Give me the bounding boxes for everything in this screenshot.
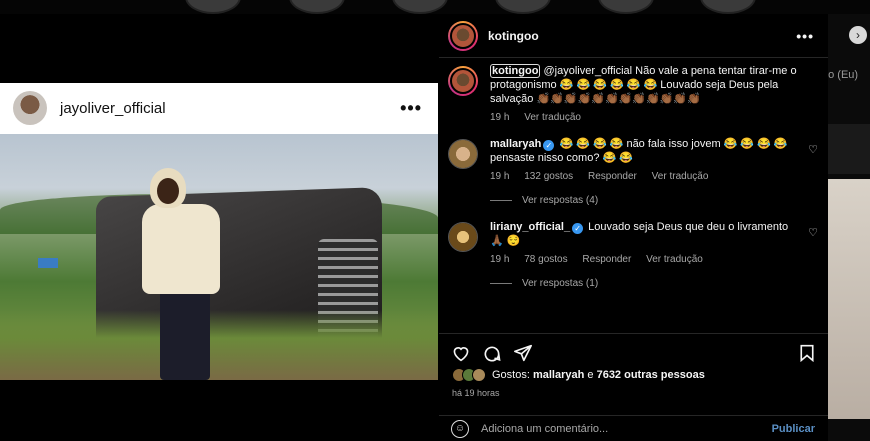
avatar[interactable]	[448, 139, 478, 169]
verified-icon: ✓	[572, 223, 584, 234]
publish-button[interactable]: Publicar	[772, 423, 815, 435]
view-replies[interactable]: Ver respostas (1)	[490, 278, 800, 289]
story-avatar[interactable]	[495, 0, 551, 14]
emoji-icon[interactable]: ☺	[451, 419, 469, 438]
comment-icon[interactable]	[482, 344, 502, 364]
comment-user[interactable]: liriany_official_	[490, 221, 570, 233]
more-icon[interactable]: •••	[796, 28, 814, 44]
post-image-card: jayoliver_official •••	[0, 83, 438, 380]
reply-button[interactable]: Responder	[582, 254, 631, 265]
view-replies[interactable]: Ver respostas (4)	[490, 195, 800, 206]
timestamp[interactable]: 19 h	[490, 171, 509, 182]
share-icon[interactable]	[513, 344, 533, 362]
comment-meta: 19 h 132 gostos Responder Ver tradução	[490, 171, 800, 182]
avatar[interactable]	[13, 91, 47, 125]
comment: ♡ liriany_official_ ✓ Louvado seja Deus q…	[439, 220, 828, 289]
comment-text: liriany_official_ ✓ Louvado seja Deus que…	[490, 220, 800, 248]
avatar	[472, 368, 486, 382]
avatar[interactable]	[448, 66, 478, 96]
replies-line	[490, 200, 512, 201]
story-avatar[interactable]	[700, 0, 756, 14]
caption-user[interactable]: kotingoo	[490, 64, 541, 78]
image-username[interactable]: jayoliver_official	[60, 100, 166, 117]
story-avatar[interactable]	[185, 0, 241, 14]
panel-header: kotingoo •••	[439, 14, 828, 58]
reply-button[interactable]: Responder	[588, 171, 637, 182]
verified-icon: ✓	[543, 140, 555, 151]
heart-icon[interactable]: ♡	[808, 143, 818, 156]
action-bar	[439, 333, 828, 367]
story-avatar[interactable]	[289, 0, 345, 14]
image-header: jayoliver_official •••	[0, 83, 438, 133]
caption: kotingoo @jayoliver_official Não vale a …	[439, 64, 828, 123]
post-time[interactable]: há 19 horas	[452, 388, 500, 398]
story-avatar[interactable]	[598, 0, 654, 14]
comment: ♡ mallaryah ✓ 😂 😂 😂 😂 não fala isso jovem…	[439, 137, 828, 206]
likes-others[interactable]: 7632 outras pessoas	[597, 369, 705, 381]
post-photo[interactable]	[0, 134, 438, 380]
story-avatar[interactable]	[392, 0, 448, 14]
comment-list: kotingoo @jayoliver_official Não vale a …	[439, 64, 828, 289]
timestamp[interactable]: 19 h	[490, 112, 509, 123]
comment-user[interactable]: mallaryah	[490, 138, 541, 150]
likes-conj: e	[584, 369, 597, 381]
likes-count[interactable]: 78 gostos	[524, 254, 567, 265]
stories-strip	[0, 0, 870, 14]
likes-prefix: Gostos:	[492, 369, 533, 381]
likes-count[interactable]: 132 gostos	[524, 171, 573, 182]
more-icon[interactable]: •••	[400, 98, 422, 119]
background-image	[828, 179, 870, 419]
heart-icon[interactable]: ♡	[808, 226, 818, 239]
view-replies-label[interactable]: Ver respostas (1)	[522, 278, 598, 289]
timestamp[interactable]: 19 h	[490, 254, 509, 265]
replies-line	[490, 283, 512, 284]
comment-meta: 19 h 78 gostos Responder Ver tradução	[490, 254, 800, 265]
avatar[interactable]	[448, 222, 478, 252]
translate-link[interactable]: Ver tradução	[652, 171, 709, 182]
background-image	[828, 124, 870, 174]
likes-text[interactable]: Gostos: mallaryah e 7632 outras pessoas	[492, 369, 705, 381]
caption-text: kotingoo @jayoliver_official Não vale a …	[490, 64, 800, 106]
chevron-right-icon[interactable]: ›	[849, 26, 867, 44]
photo-bag	[38, 258, 58, 268]
avatar[interactable]	[448, 20, 478, 51]
panel-username[interactable]: kotingoo	[488, 29, 539, 43]
view-replies-label[interactable]: Ver respostas (4)	[522, 195, 598, 206]
comment-input[interactable]: Adiciona um comentário...	[481, 423, 608, 435]
likes-summary: Gostos: mallaryah e 7632 outras pessoas	[452, 368, 705, 382]
bookmark-icon[interactable]	[799, 344, 815, 362]
post-panel: kotingoo ••• kotingoo @jayoliver_officia…	[439, 14, 828, 441]
background-feed: go (Eu)	[822, 14, 870, 441]
caption-meta: 19 h Ver tradução	[490, 112, 800, 123]
heart-icon[interactable]	[451, 344, 471, 362]
likes-user[interactable]: mallaryah	[533, 369, 584, 381]
photo-person	[142, 168, 220, 380]
translate-link[interactable]: Ver tradução	[524, 112, 581, 123]
comment-text: mallaryah ✓ 😂 😂 😂 😂 não fala isso jovem 😂…	[490, 137, 800, 165]
add-comment-bar: ☺ Adiciona um comentário... Publicar	[439, 415, 828, 441]
translate-link[interactable]: Ver tradução	[646, 254, 703, 265]
